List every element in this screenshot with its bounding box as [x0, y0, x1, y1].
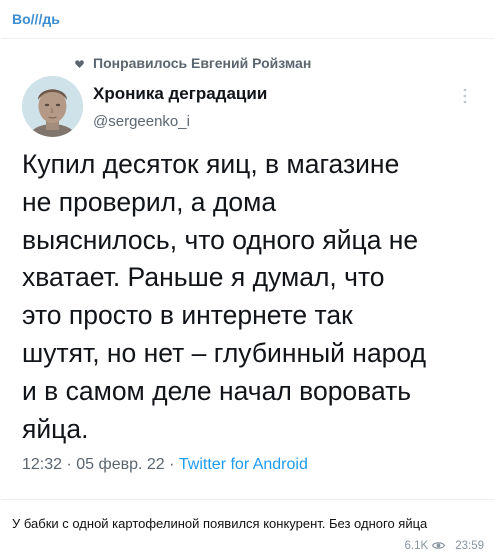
- tweet-text-line: хватает. Раньше я думал, что: [22, 262, 385, 293]
- post-time: 23:59: [455, 540, 484, 552]
- tweet-meta: 12:32 · 05 февр. 22 · Twitter for Androi…: [22, 456, 308, 474]
- more-options-icon: [463, 88, 467, 104]
- view-count: 6.1K: [404, 540, 429, 552]
- meta-separator: ·: [169, 456, 175, 473]
- tweet-time: 12:32: [22, 456, 63, 473]
- tweet-text-line: выяснилось, что одного яйца не: [22, 224, 419, 255]
- meta-separator: ·: [66, 456, 72, 473]
- tweet-text-line: это просто в интернете так: [22, 300, 353, 331]
- tweet-source: Twitter for Android: [178, 456, 308, 473]
- tweet-text-line: и в самом деле начал воровать: [22, 375, 412, 406]
- channel-name[interactable]: Во///дь: [12, 11, 60, 27]
- heart-icon: [75, 60, 84, 68]
- channel-post: Во///дь Понравилось Евгений Ройзман Хрон…: [0, 0, 494, 560]
- author-handle: @sergeenko_i: [93, 113, 190, 130]
- post-caption: У бабки с одной картофелиной появился ко…: [12, 516, 428, 531]
- statue-portrait-avatar-icon: [22, 76, 83, 137]
- tweet-text: Купил десяток яиц, в магазине не провери…: [22, 146, 484, 448]
- liked-by-label: Понравилось Евгений Ройзман: [93, 55, 312, 71]
- tweet-text-line: шутят, но нет – глубинный народ: [22, 337, 427, 368]
- avatar: [22, 76, 83, 137]
- eye-icon: [432, 542, 446, 549]
- tweet-text-line: Купил десяток яиц, в магазине: [22, 149, 400, 179]
- tweet-text-line: яйца.: [22, 413, 89, 444]
- tweet-date: 05 февр. 22: [76, 456, 165, 473]
- post-footer: 6.1K 23:59: [405, 540, 484, 552]
- tweet-text-line: не проверил, а дома: [22, 186, 277, 217]
- author-name: Хроника деградации: [93, 84, 268, 103]
